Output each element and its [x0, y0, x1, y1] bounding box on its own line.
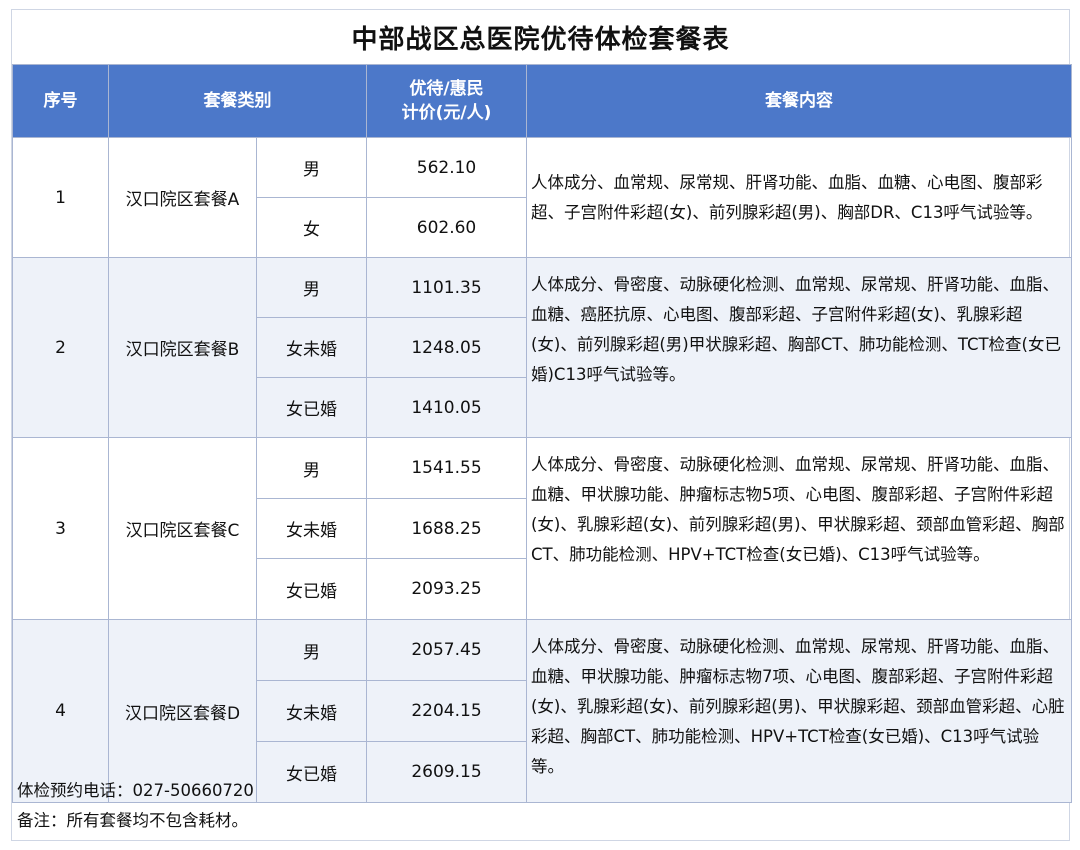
price-table-frame: 中部战区总医院优待体检套餐表 序号 套餐类别 优待/惠民 计价(元/人) 套餐内… [11, 9, 1072, 841]
header-category: 套餐类别 [108, 64, 367, 138]
table-row: 2 汉口院区套餐B 男 1101.35 人体成分、骨密度、动脉硬化检测、血常规、… [12, 257, 1072, 438]
package-content: 人体成分、骨密度、动脉硬化检测、血常规、尿常规、肝肾功能、血脂、血糖、癌胚抗原、… [526, 257, 1072, 438]
package-content: 人体成分、骨密度、动脉硬化检测、血常规、尿常规、肝肾功能、血脂、血糖、甲状腺功能… [526, 619, 1072, 803]
package-content: 人体成分、血常规、尿常规、肝肾功能、血脂、血糖、心电图、腹部彩超、子宫附件彩超(… [526, 137, 1072, 258]
table-header-row: 序号 套餐类别 优待/惠民 计价(元/人) 套餐内容 [12, 64, 1072, 138]
price-cell: 2609.15 [366, 741, 527, 803]
gender-cell: 男 [256, 137, 367, 198]
price-cell: 1541.55 [366, 437, 527, 499]
package-group-1: 1 汉口院区套餐A 男 562.10 人体成分、血常规、尿常规、肝肾功能、血脂、… [12, 137, 1072, 258]
header-price: 优待/惠民 计价(元/人) [366, 64, 527, 138]
package-table: 序号 套餐类别 优待/惠民 计价(元/人) 套餐内容 1 汉口院区套餐A 男 5… [12, 64, 1072, 803]
price-cell: 1688.25 [366, 498, 527, 559]
package-name: 汉口院区套餐C [108, 437, 257, 620]
price-cell: 1410.05 [366, 377, 527, 438]
page-title: 中部战区总医院优待体检套餐表 [351, 24, 730, 55]
header-price-line2: 计价(元/人) [401, 103, 492, 123]
booking-phone: 体检预约电话：027-50660720 [17, 781, 254, 800]
gender-cell: 男 [256, 437, 367, 499]
package-group-2: 2 汉口院区套餐B 男 1101.35 人体成分、骨密度、动脉硬化检测、血常规、… [12, 257, 1072, 438]
gender-cell: 女已婚 [256, 377, 367, 438]
gender-cell: 女未婚 [256, 317, 367, 378]
gender-cell: 女未婚 [256, 498, 367, 559]
package-name: 汉口院区套餐B [108, 257, 257, 438]
package-no: 1 [12, 137, 109, 258]
price-cell: 2057.45 [366, 619, 527, 681]
price-cell: 1101.35 [366, 257, 527, 318]
package-group-4: 4 汉口院区套餐D 男 2057.45 人体成分、骨密度、动脉硬化检测、血常规、… [12, 619, 1072, 803]
table-row: 1 汉口院区套餐A 男 562.10 人体成分、血常规、尿常规、肝肾功能、血脂、… [12, 137, 1072, 258]
header-content: 套餐内容 [526, 64, 1072, 138]
package-no: 3 [12, 437, 109, 620]
gender-cell: 女 [256, 197, 367, 258]
header-price-line1: 优待/惠民 [409, 79, 484, 99]
price-cell: 2204.15 [366, 680, 527, 742]
table-row: 4 汉口院区套餐D 男 2057.45 人体成分、骨密度、动脉硬化检测、血常规、… [12, 619, 1072, 803]
footer-note: 备注：所有套餐均不包含耗材。 [17, 811, 248, 830]
price-cell: 1248.05 [366, 317, 527, 378]
package-content: 人体成分、骨密度、动脉硬化检测、血常规、尿常规、肝肾功能、血脂、血糖、甲状腺功能… [526, 437, 1072, 620]
price-cell: 602.60 [366, 197, 527, 258]
header-no: 序号 [12, 64, 109, 138]
gender-cell: 女已婚 [256, 558, 367, 620]
price-cell: 2093.25 [366, 558, 527, 620]
package-name: 汉口院区套餐A [108, 137, 257, 258]
gender-cell: 女已婚 [256, 741, 367, 803]
table-row: 3 汉口院区套餐C 男 1541.55 人体成分、骨密度、动脉硬化检测、血常规、… [12, 437, 1072, 620]
package-no: 4 [12, 619, 109, 803]
gender-cell: 男 [256, 257, 367, 318]
gender-cell: 女未婚 [256, 680, 367, 742]
gender-cell: 男 [256, 619, 367, 681]
package-name: 汉口院区套餐D [108, 619, 257, 803]
package-group-3: 3 汉口院区套餐C 男 1541.55 人体成分、骨密度、动脉硬化检测、血常规、… [12, 437, 1072, 620]
price-cell: 562.10 [366, 137, 527, 198]
package-no: 2 [12, 257, 109, 438]
